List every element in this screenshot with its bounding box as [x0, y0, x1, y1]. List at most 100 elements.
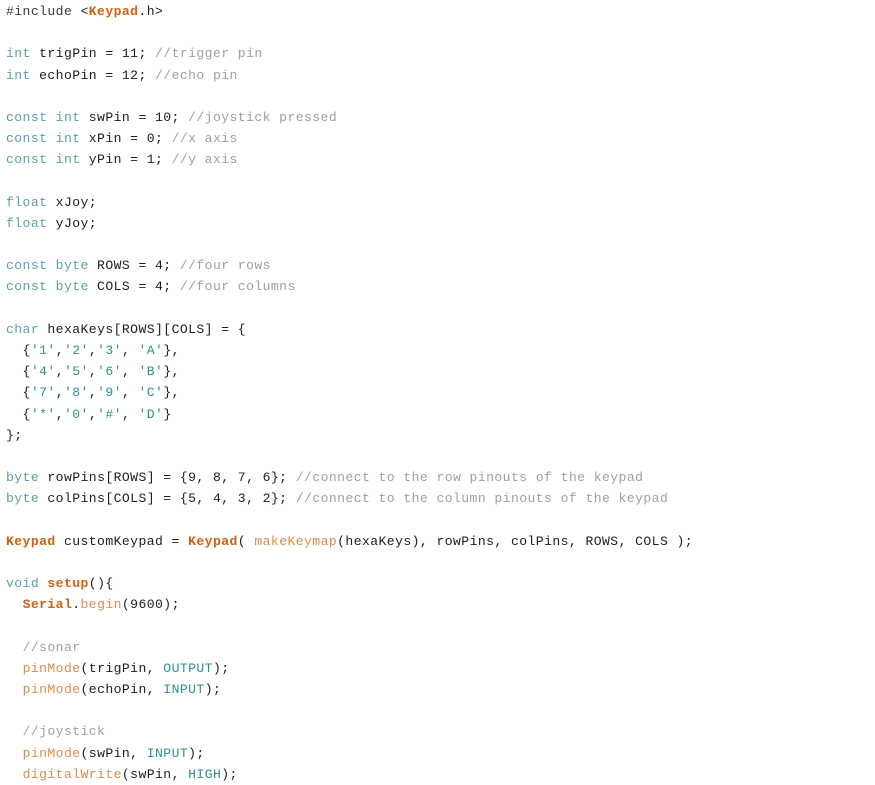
code-line: digitalWrite(swPin, HIGH); [6, 764, 875, 785]
code-line: {'1','2','3', 'A'}, [6, 340, 875, 361]
code-token-literal: '8' [63, 385, 89, 401]
code-token-literal: '*' [30, 406, 56, 422]
code-line: pinMode(swPin, INPUT); [6, 743, 875, 764]
code-token-literal: 'D' [138, 406, 164, 422]
code-token-plain: yPin = 1; [80, 152, 172, 168]
code-token-literal: '6' [97, 364, 122, 380]
code-token-plain: , [121, 406, 139, 422]
code-token-keyword2: setup [47, 576, 89, 592]
code-token-plain: ); [188, 745, 205, 761]
code-line: Serial.begin(9600); [6, 594, 875, 615]
code-token-literal: '2' [63, 343, 89, 358]
code-token-plain: , [88, 406, 98, 422]
code-token-comment: //echo pin [155, 67, 238, 83]
code-line: pinMode(trigPin, OUTPUT); [6, 658, 875, 679]
code-token-plain: echoPin = 12; [30, 67, 156, 83]
code-token-func: makeKeymap [254, 533, 338, 549]
code-token-literal: INPUT [146, 745, 189, 761]
code-token-plain: . [72, 597, 81, 613]
code-token-keyword: float [6, 194, 48, 210]
code-line: Keypad customKeypad = Keypad( makeKeymap… [6, 531, 875, 552]
code-token-plain: yJoy; [47, 215, 98, 231]
code-line: //joystick [6, 721, 875, 742]
code-token-plain: , [55, 385, 64, 401]
code-line: {'4','5','6', 'B'}, [6, 361, 875, 382]
code-token-comment: //x axis [171, 131, 238, 147]
code-token-plain: }, [163, 385, 180, 401]
code-token-plain: , [88, 343, 98, 358]
code-token-plain: hexaKeys[ROWS][COLS] = { [39, 321, 247, 337]
code-token-keyword: const int [6, 152, 81, 168]
code-line: const byte COLS = 4; //four columns [6, 276, 875, 297]
code-token-plain: , [88, 364, 98, 380]
code-token-keyword: byte [6, 470, 40, 486]
code-token-keyword2: Keypad [188, 533, 238, 549]
code-token-plain: { [6, 364, 31, 380]
code-token-literal: OUTPUT [163, 660, 213, 676]
source-code-text[interactable]: #include <Keypad.h> int trigPin = 11; //… [0, 0, 875, 785]
code-token-plain: ROWS = 4; [88, 258, 180, 274]
code-line: //sonar [6, 637, 875, 658]
code-token-plain: }, [163, 364, 180, 380]
code-token-comment: //joystick [22, 724, 106, 740]
code-token-func: pinMode [22, 660, 81, 676]
code-token-plain: xPin = 0; [80, 131, 172, 147]
code-token-comment: //joystick pressed [188, 109, 338, 125]
code-token-keyword: int [6, 67, 31, 83]
code-token-literal: '1' [30, 343, 56, 358]
code-token-plain: ); [204, 682, 222, 697]
code-line: byte colPins[COLS] = {5, 4, 3, 2}; //con… [6, 488, 875, 509]
code-token-literal: 'A' [138, 343, 164, 358]
code-token-keyword: int [6, 46, 31, 62]
code-line: char hexaKeys[ROWS][COLS] = { [6, 319, 875, 340]
code-line: float xJoy; [6, 192, 875, 213]
code-token-literal: '7' [30, 385, 56, 401]
code-token-plain: , [88, 385, 98, 401]
code-line: }; [6, 425, 875, 446]
code-line: int trigPin = 11; //trigger pin [6, 43, 875, 64]
code-token-func: begin [80, 597, 122, 613]
code-token-keyword2: Keypad [6, 533, 56, 549]
code-token-comment: //four rows [179, 258, 271, 274]
code-token-plain: , [55, 343, 64, 358]
code-line: {'7','8','9', 'C'}, [6, 382, 875, 403]
code-token-plain: customKeypad = [55, 533, 189, 549]
code-token-literal: '0' [63, 406, 89, 422]
code-token-plain: (swPin, [80, 745, 147, 761]
code-token-func: pinMode [22, 682, 81, 697]
code-token-comment: //connect to the column pinouts of the k… [295, 491, 669, 507]
code-line: float yJoy; [6, 213, 875, 234]
code-token-plain: (9600); [121, 597, 180, 613]
code-token-plain: }; [6, 427, 23, 443]
code-token-preproc: #include [6, 4, 81, 19]
code-token-plain: (){ [88, 576, 114, 592]
code-token-plain: xJoy; [47, 194, 98, 210]
code-token-literal: '9' [97, 385, 122, 401]
code-token-plain: (hexaKeys), rowPins, colPins, ROWS, COLS… [337, 533, 694, 549]
code-token-literal: '3' [97, 343, 122, 358]
code-token-plain: < [80, 4, 89, 19]
code-line: const int yPin = 1; //y axis [6, 149, 875, 170]
code-token-keyword: char [6, 321, 40, 337]
code-token-plain: , [121, 385, 139, 401]
code-line: int echoPin = 12; //echo pin [6, 65, 875, 86]
code-token-literal: '4' [30, 364, 56, 380]
code-token-keyword: byte [6, 491, 40, 507]
code-editor-pane[interactable]: #include <Keypad.h> int trigPin = 11; //… [0, 0, 875, 782]
code-token-plain: (echoPin, [80, 682, 164, 697]
code-line: byte rowPins[ROWS] = {9, 8, 7, 6}; //con… [6, 467, 875, 488]
code-line: pinMode(echoPin, INPUT); [6, 679, 875, 700]
code-token-comment: //trigger pin [155, 46, 263, 62]
code-token-literal: '#' [97, 406, 122, 422]
code-token-keyword2: Serial [22, 597, 73, 613]
